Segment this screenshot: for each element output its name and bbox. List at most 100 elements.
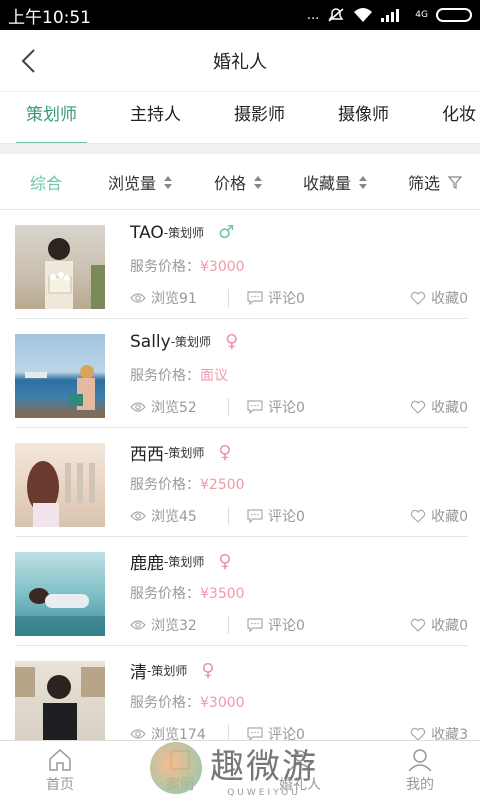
heart-icon: [410, 400, 426, 414]
page-title: 婚礼人: [213, 51, 267, 73]
tab-host[interactable]: 主持人: [130, 92, 181, 143]
favorites-stat[interactable]: 收藏0: [410, 615, 468, 635]
name-row: TAO -策划师 ♂: [130, 222, 234, 243]
heart-icon: [410, 509, 426, 523]
comments-count: 评论0: [268, 618, 305, 634]
planner-role: -策划师: [164, 446, 205, 460]
status-time: 上午10:51: [8, 7, 91, 28]
favorites-stat[interactable]: 收藏0: [410, 506, 468, 526]
views-count: 浏览91: [151, 291, 197, 307]
back-arrow-icon[interactable]: [14, 44, 48, 78]
favorites-stat[interactable]: 收藏0: [410, 288, 468, 308]
home-icon: [49, 748, 71, 771]
heart-icon: [410, 291, 426, 305]
comment-icon: [247, 618, 263, 632]
funnel-icon: [448, 176, 463, 189]
list-item[interactable]: 西西 -策划师 ♀ 服务价格：¥2500 浏览45 评论0 收藏0: [15, 428, 468, 537]
price-label: 服务价格：: [130, 477, 200, 493]
favorites-stat[interactable]: 收藏0: [410, 397, 468, 417]
heart-icon: [410, 618, 426, 632]
price-row: 服务价格：面议: [130, 365, 228, 385]
planner-name: 西西: [130, 445, 164, 465]
divider: [228, 398, 229, 416]
tab-makeup[interactable]: 化妆: [442, 92, 476, 143]
male-icon: ♂: [218, 222, 235, 243]
views-count: 浏览32: [151, 618, 197, 634]
planner-role: -策划师: [164, 555, 205, 569]
filter-price[interactable]: 价格: [214, 154, 263, 210]
list-item[interactable]: 鹿鹿 -策划师 ♀ 服务价格：¥3500 浏览32 评论0 收藏0: [15, 537, 468, 646]
status-bar: 上午10:51 ... 4G: [0, 0, 480, 30]
stats-row: 浏览91 评论0 收藏0: [130, 288, 468, 308]
views-stat: 浏览32: [130, 615, 228, 635]
price-label: 服务价格：: [130, 368, 200, 384]
price-row: 服务价格：¥3500: [130, 583, 245, 603]
planner-name: 鹿鹿: [130, 554, 164, 574]
female-icon: ♀: [201, 660, 215, 681]
divider: [228, 507, 229, 525]
name-row: 鹿鹿 -策划师 ♀: [130, 549, 232, 574]
price-label: 服务价格：: [130, 259, 200, 275]
eye-icon: [130, 620, 146, 630]
favorites-count: 收藏0: [431, 291, 468, 307]
filter-favorites-label: 收藏量: [303, 174, 352, 193]
favorites-count: 收藏0: [431, 400, 468, 416]
mute-icon: [328, 8, 344, 22]
tab-photographer[interactable]: 摄影师: [234, 92, 285, 143]
views-count: 浏览45: [151, 509, 197, 525]
stats-row: 浏览45 评论0 收藏0: [130, 506, 468, 526]
comment-icon: [247, 291, 263, 305]
status-icons: ... 4G: [307, 7, 472, 23]
female-icon: ♀: [218, 551, 232, 572]
eye-icon: [130, 402, 146, 412]
watermark-logo-icon: [150, 742, 202, 794]
price-value: 面议: [200, 368, 228, 384]
price-value: ¥2500: [200, 477, 245, 493]
price-value: ¥3000: [200, 259, 245, 275]
filter-screen[interactable]: 筛选: [408, 154, 463, 210]
list-item[interactable]: Sally -策划师 ♀ 服务价格：面议 浏览52 评论0 收藏0: [15, 319, 468, 428]
comments-count: 评论0: [268, 291, 305, 307]
bottom-nav-home[interactable]: 首页: [0, 741, 120, 800]
sort-icon: [164, 175, 173, 189]
favorites-count: 收藏0: [431, 509, 468, 525]
price-row: 服务价格：¥3000: [130, 692, 245, 712]
filter-overall[interactable]: 综合: [30, 154, 62, 210]
user-icon: [408, 748, 432, 772]
filter-favorites[interactable]: 收藏量: [303, 154, 368, 210]
eye-icon: [130, 511, 146, 521]
watermark-text: 趣微游 QUWEIYOU: [210, 739, 318, 798]
filter-views-label: 浏览量: [108, 174, 157, 193]
watermark-main: 趣微游: [210, 746, 318, 787]
price-value: ¥3500: [200, 586, 245, 602]
bottom-nav-mine[interactable]: 我的: [360, 741, 480, 800]
eye-icon: [130, 293, 146, 303]
list-item[interactable]: TAO -策划师 ♂ 服务价格：¥3000 浏览91 评论0 收藏0: [15, 210, 468, 319]
tab-planner[interactable]: 策划师: [16, 92, 87, 143]
comments-stat: 评论0: [247, 288, 387, 308]
divider: [228, 289, 229, 307]
planner-name: 清: [130, 663, 147, 683]
wifi-icon: [354, 8, 373, 22]
profile-photo: [15, 552, 105, 636]
filter-views[interactable]: 浏览量: [108, 154, 173, 210]
signal-dots: ...: [306, 7, 320, 23]
price-label: 服务价格：: [130, 586, 200, 602]
profile-photo: [15, 443, 105, 527]
comments-count: 评论0: [268, 509, 305, 525]
price-row: 服务价格：¥3000: [130, 256, 245, 276]
planner-role: -策划师: [170, 335, 212, 349]
sort-icon: [359, 175, 368, 189]
tab-videographer[interactable]: 摄像师: [338, 92, 389, 143]
top-nav: 婚礼人: [0, 30, 480, 92]
comments-stat: 评论0: [247, 615, 387, 635]
female-icon: ♀: [218, 442, 232, 463]
views-stat: 浏览52: [130, 397, 228, 417]
battery-icon: [436, 8, 472, 22]
eye-icon: [130, 729, 146, 739]
price-label: 服务价格：: [130, 695, 200, 711]
planner-list: TAO -策划师 ♂ 服务价格：¥3000 浏览91 评论0 收藏0 Sally…: [0, 210, 480, 755]
divider: [228, 616, 229, 634]
female-icon: ♀: [225, 331, 239, 352]
filter-bar: 综合 浏览量 价格 收藏量 筛选: [0, 154, 480, 210]
